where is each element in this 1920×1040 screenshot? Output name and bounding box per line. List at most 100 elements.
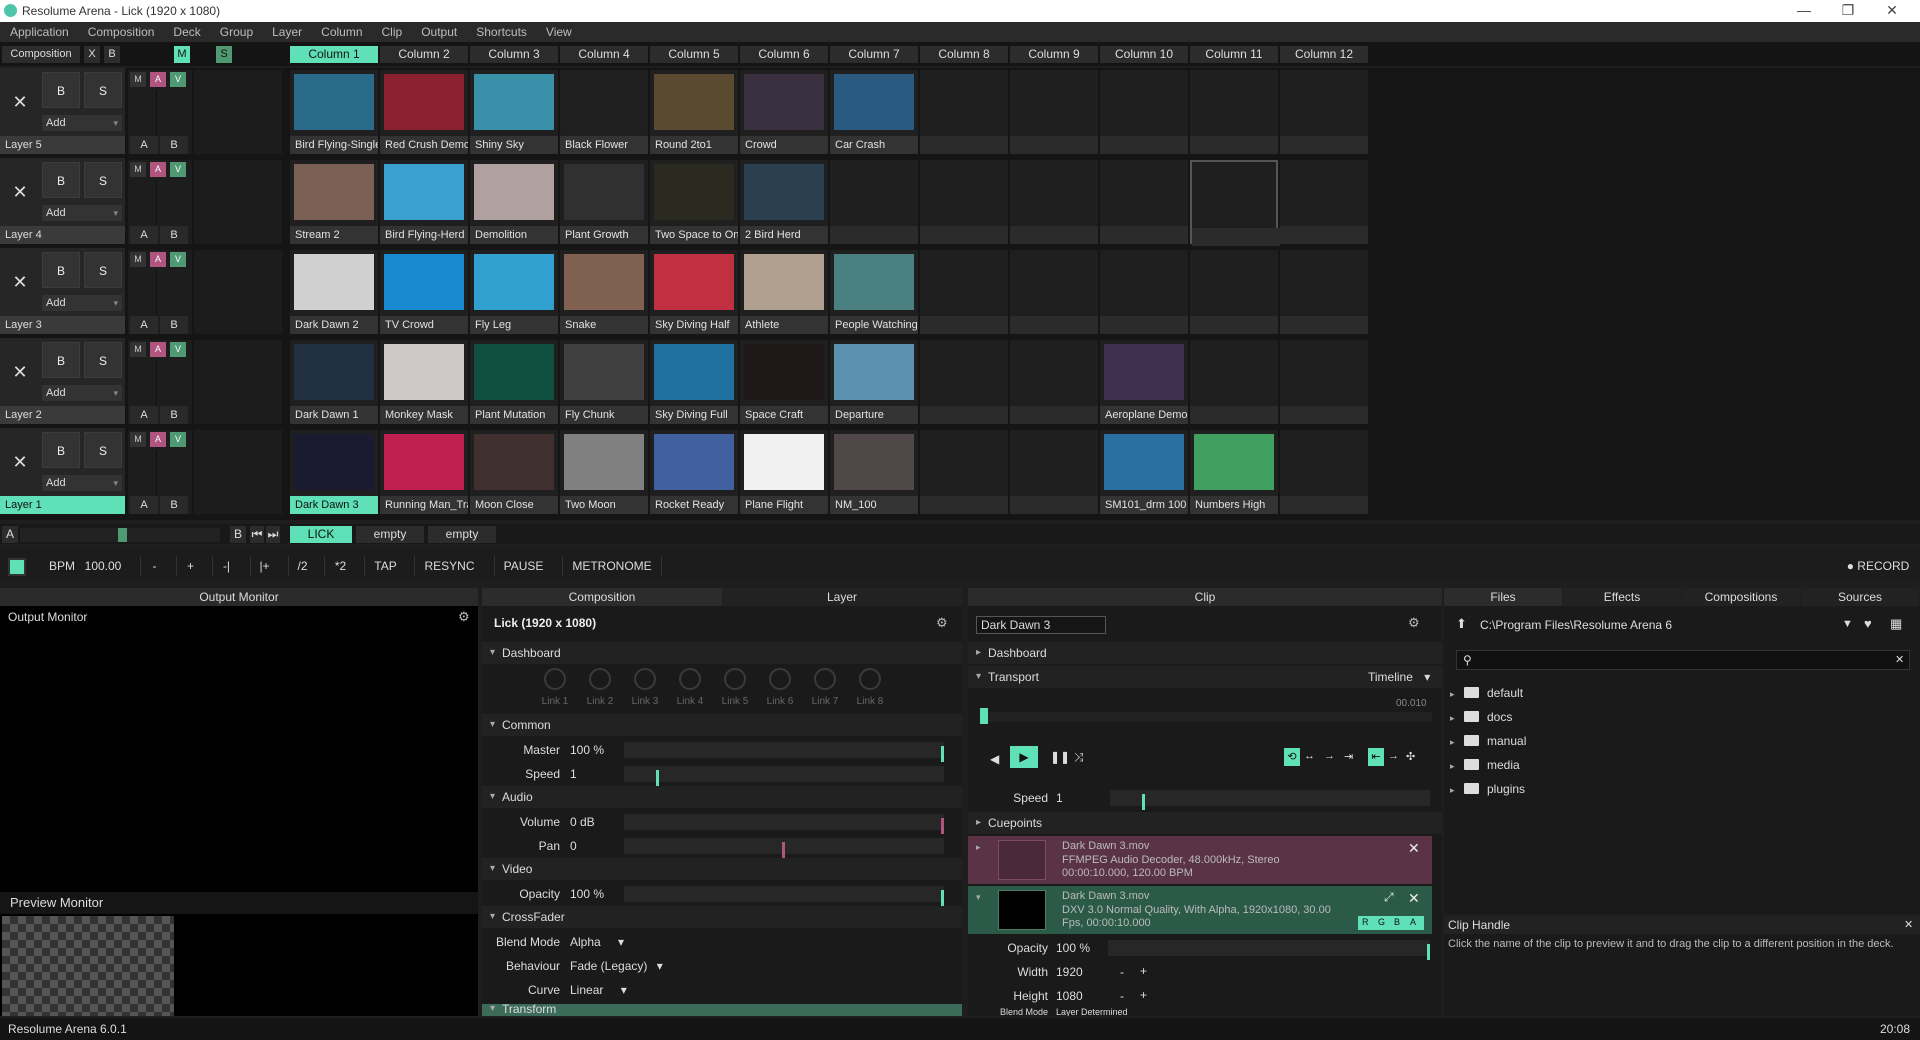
clear-layer-icon[interactable]: ✕ bbox=[8, 362, 32, 386]
empty-clip-slot[interactable] bbox=[1010, 160, 1098, 244]
volume-slider-thumb[interactable] bbox=[941, 818, 944, 834]
clip-thumbnail[interactable] bbox=[744, 254, 824, 310]
layer-bypass-button[interactable]: B bbox=[42, 162, 80, 198]
playhead-handle[interactable] bbox=[980, 708, 988, 724]
clip-slot[interactable]: Dark Dawn 1 bbox=[290, 340, 378, 424]
empty-clip-slot[interactable] bbox=[1190, 250, 1278, 334]
folder-item[interactable]: ▸ default bbox=[1450, 682, 1523, 704]
column-header-10[interactable]: Column 10 bbox=[1100, 46, 1188, 63]
clip-thumbnail[interactable] bbox=[834, 254, 914, 310]
layer-solo-button[interactable]: S bbox=[84, 432, 122, 468]
red-toggle[interactable]: R bbox=[1362, 917, 1369, 927]
clip-thumbnail[interactable] bbox=[654, 74, 734, 130]
gear-icon[interactable]: ⚙ bbox=[936, 615, 948, 631]
close-icon[interactable]: ✕ bbox=[1408, 840, 1420, 857]
play-reverse-icon[interactable]: ◀ bbox=[990, 752, 999, 766]
clip-blend-mode-value[interactable]: Layer Determined bbox=[1056, 1008, 1128, 1016]
clip-label[interactable]: Dark Dawn 1 bbox=[290, 406, 378, 424]
clip-thumbnail[interactable] bbox=[384, 344, 464, 400]
layer-solo-button[interactable]: S bbox=[84, 252, 122, 288]
width-plus-button[interactable]: + bbox=[1140, 964, 1147, 978]
bpm-plus-button[interactable]: + bbox=[176, 556, 204, 576]
crossfader-b-button[interactable]: B bbox=[230, 526, 246, 543]
clip-thumbnail[interactable] bbox=[654, 434, 734, 490]
clip-thumbnail[interactable] bbox=[294, 74, 374, 130]
clip-slot[interactable]: NM_100 bbox=[830, 430, 918, 514]
crossfader-track[interactable] bbox=[20, 528, 220, 542]
column-header-4[interactable]: Column 4 bbox=[560, 46, 648, 63]
clip-thumbnail[interactable] bbox=[834, 434, 914, 490]
menu-clip[interactable]: Clip bbox=[372, 22, 412, 39]
loop-icon[interactable]: ⟲ bbox=[1284, 748, 1300, 766]
add-effect-dropdown[interactable]: Add bbox=[42, 385, 122, 401]
browser-tab-files[interactable]: Files bbox=[1444, 588, 1562, 606]
clip-slot[interactable]: Plant Growth bbox=[560, 160, 648, 244]
crossfader-b-assign[interactable]: B bbox=[160, 496, 188, 514]
clip-label[interactable] bbox=[920, 226, 1008, 244]
height-plus-button[interactable]: + bbox=[1140, 988, 1147, 1002]
clip-thumbnail[interactable] bbox=[654, 254, 734, 310]
master-slider-thumb[interactable] bbox=[941, 746, 944, 762]
clip-thumbnail[interactable] bbox=[474, 254, 554, 310]
empty-clip-slot[interactable] bbox=[920, 430, 1008, 514]
layer-video-button[interactable]: V bbox=[170, 162, 186, 177]
clip-slot[interactable]: Round 2to1 bbox=[650, 70, 738, 154]
clip-slot[interactable]: Snake bbox=[560, 250, 648, 334]
clear-layer-icon[interactable]: ✕ bbox=[8, 272, 32, 296]
layer-name[interactable]: Layer 5 bbox=[0, 136, 125, 154]
layer-name[interactable]: Layer 4 bbox=[0, 226, 125, 244]
restore-icon[interactable]: ❐ bbox=[1828, 2, 1868, 19]
clip-label[interactable]: Running Man_Track bbox=[380, 496, 468, 514]
link-knob-6[interactable] bbox=[769, 668, 791, 690]
empty-clip-slot[interactable] bbox=[1280, 430, 1368, 514]
video-track[interactable]: ▾ Dark Dawn 3.mov DXV 3.0 Normal Quality… bbox=[968, 886, 1432, 934]
browser-tab-effects[interactable]: Effects bbox=[1563, 588, 1681, 606]
menu-view[interactable]: View bbox=[536, 22, 581, 39]
blend-mode-select[interactable]: Alpha ▾ bbox=[570, 930, 624, 954]
column-header-5[interactable]: Column 5 bbox=[650, 46, 738, 63]
minimize-icon[interactable]: — bbox=[1784, 2, 1824, 18]
crossfader-a-assign[interactable]: A bbox=[130, 226, 158, 244]
close-icon[interactable]: ✕ bbox=[1408, 890, 1420, 907]
clip-slot[interactable]: Numbers High bbox=[1190, 430, 1278, 514]
clip-slot[interactable]: TV Crowd bbox=[380, 250, 468, 334]
clip-slot[interactable]: Two Moon bbox=[560, 430, 648, 514]
trigger-random-icon[interactable]: ✣ bbox=[1406, 750, 1415, 763]
menu-shortcuts[interactable]: Shortcuts bbox=[466, 22, 536, 39]
clip-label[interactable]: Departure bbox=[830, 406, 918, 424]
clip-slot[interactable]: Departure bbox=[830, 340, 918, 424]
clip-label[interactable]: People Watching bbox=[830, 316, 918, 334]
clip-label[interactable]: Shiny Sky bbox=[470, 136, 558, 154]
composition-clear-button[interactable]: X bbox=[84, 46, 100, 63]
bounce-icon[interactable]: ↔ bbox=[1304, 750, 1315, 762]
clip-thumbnail[interactable] bbox=[384, 254, 464, 310]
gear-icon[interactable]: ⚙ bbox=[458, 609, 470, 625]
clip-thumbnail[interactable] bbox=[294, 254, 374, 310]
transport-timeline[interactable] bbox=[980, 708, 1432, 724]
clear-layer-icon[interactable]: ✕ bbox=[8, 452, 32, 476]
audio-section[interactable]: Audio bbox=[482, 786, 962, 808]
layer-name[interactable]: Layer 1 bbox=[0, 496, 125, 514]
menu-composition[interactable]: Composition bbox=[78, 22, 164, 39]
empty-clip-slot[interactable] bbox=[1190, 70, 1278, 154]
clip-label[interactable]: Sky Diving Half bbox=[650, 316, 738, 334]
add-effect-dropdown[interactable]: Add bbox=[42, 115, 122, 131]
pause-icon[interactable]: ❚❚ bbox=[1050, 750, 1070, 764]
close-icon[interactable]: ✕ bbox=[1872, 2, 1912, 19]
clip-label[interactable]: Fly Leg bbox=[470, 316, 558, 334]
speed-slider[interactable] bbox=[624, 766, 944, 786]
tab-layer[interactable]: Layer bbox=[722, 588, 962, 606]
clip-label[interactable] bbox=[1100, 316, 1188, 334]
video-section[interactable]: Video bbox=[482, 858, 962, 880]
bpm-minus-button[interactable]: - bbox=[140, 556, 168, 576]
speed-slider-thumb[interactable] bbox=[656, 770, 659, 786]
column-header-2[interactable]: Column 2 bbox=[380, 46, 468, 63]
clip-thumbnail[interactable] bbox=[744, 164, 824, 220]
behaviour-select[interactable]: Fade (Legacy) ▾ bbox=[570, 954, 663, 978]
clip-label[interactable] bbox=[1192, 228, 1280, 246]
layer-bypass-button[interactable]: B bbox=[42, 72, 80, 108]
clip-thumbnail[interactable] bbox=[744, 344, 824, 400]
clip-slot[interactable]: Sky Diving Full bbox=[650, 340, 738, 424]
layer-solo-button[interactable]: S bbox=[84, 342, 122, 378]
empty-clip-slot[interactable] bbox=[1280, 70, 1368, 154]
